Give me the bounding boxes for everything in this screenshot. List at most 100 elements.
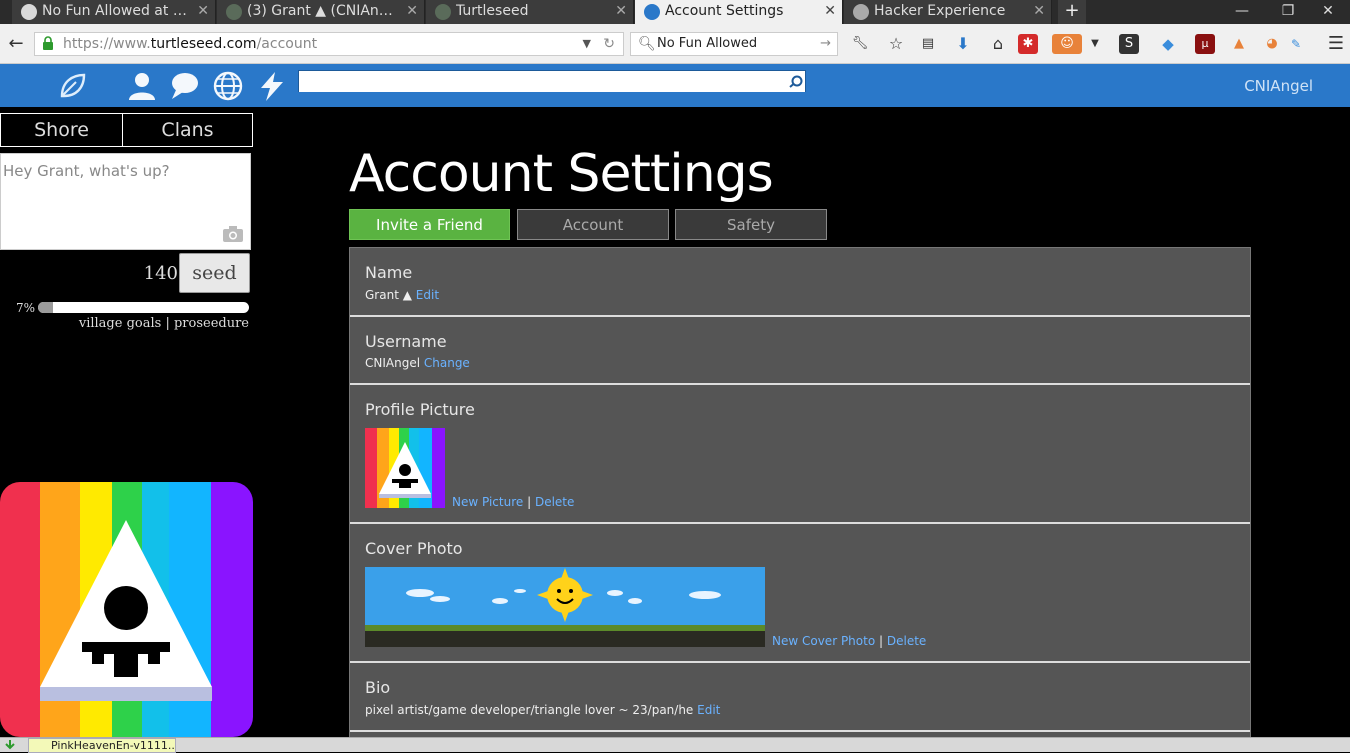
tab-title: Turtleseed — [456, 3, 529, 19]
browser-tab-5[interactable]: Hacker Experience ✕ — [844, 0, 1052, 24]
left-sidebar: Shore Clans 140 seed 7% village goals | … — [0, 107, 256, 737]
close-tab-icon[interactable]: ✕ — [197, 0, 209, 22]
download-icon[interactable]: ⬇ — [953, 34, 973, 54]
edit-name-link[interactable]: Edit — [416, 288, 439, 302]
tab-title: Account Settings — [665, 3, 784, 19]
tab-favicon — [853, 4, 869, 20]
page-title: Account Settings — [349, 144, 774, 204]
url-prefix: https://www. — [63, 36, 151, 52]
browser-tab-1[interactable]: No Fun Allowed at Du... ✕ — [12, 0, 216, 24]
character-counter: 140 — [143, 263, 178, 284]
tab-title: Hacker Experience — [874, 3, 1006, 19]
maximize-window-icon[interactable]: ❐ — [1266, 0, 1310, 24]
tab-favicon — [435, 4, 451, 20]
profile-person-icon[interactable] — [126, 70, 158, 102]
minimize-window-icon[interactable]: — — [1220, 0, 1264, 24]
progress-bar-fill — [38, 302, 53, 313]
url-domain: turtleseed.com — [150, 36, 257, 52]
menu-hamburger-icon[interactable]: ☰ — [1326, 34, 1346, 54]
back-arrow-icon[interactable]: ← — [4, 32, 28, 56]
goals-separator: | — [161, 316, 174, 331]
browser-tab-2[interactable]: (3) Grant ▲ (CNIAngel... ✕ — [217, 0, 425, 24]
close-tab-icon[interactable]: ✕ — [615, 0, 627, 22]
post-text-input[interactable] — [1, 154, 250, 249]
page-scrollbar[interactable] — [1340, 107, 1350, 737]
new-tab-button[interactable]: + — [1058, 0, 1086, 24]
browser-tab-strip: No Fun Allowed at Du... ✕ (3) Grant ▲ (C… — [0, 0, 1350, 24]
cover-photo-image[interactable] — [365, 567, 765, 647]
delete-cover-photo-link[interactable]: Delete — [887, 634, 926, 648]
ublock-icon[interactable]: μ — [1195, 34, 1215, 54]
messages-chat-icon[interactable] — [168, 70, 200, 102]
download-item-name: PinkHeavenEn-v1111... — [51, 739, 176, 752]
profile-picture-section: Profile Picture New Picture | Delete — [350, 385, 1250, 524]
browser-tab-4[interactable]: Account Settings ✕ — [635, 0, 843, 24]
tab-favicon — [644, 4, 660, 20]
download-item[interactable]: PinkHeavenEn-v1111... — [28, 738, 176, 753]
new-picture-link[interactable]: New Picture — [452, 495, 523, 509]
url-dropdown-icon[interactable]: ▼ — [583, 33, 591, 55]
site-search-field[interactable] — [298, 70, 806, 92]
reload-icon[interactable]: ↻ — [603, 33, 615, 55]
bio-value-row: pixel artist/game developer/triangle lov… — [365, 703, 720, 717]
close-tab-icon[interactable]: ✕ — [1033, 0, 1045, 22]
extension-cat-icon[interactable]: ◕ — [1262, 34, 1282, 54]
extension-blue-icon[interactable]: ✎ — [1286, 34, 1306, 54]
tab-safety[interactable]: Safety — [675, 209, 827, 240]
proseedure-link[interactable]: proseedure — [174, 316, 249, 331]
user-avatar-large[interactable] — [0, 482, 253, 737]
extension-dropdown-icon[interactable]: ▼ — [1085, 34, 1105, 54]
greasemonkey-icon[interactable]: ☺ — [1052, 34, 1082, 54]
browser-search-box[interactable]: 🔍︎ No Fun Allowed → — [630, 32, 838, 56]
extension-fox-icon[interactable]: ▲ — [1229, 34, 1249, 54]
profile-picture-actions: New Picture | Delete — [452, 495, 574, 509]
header-username-link[interactable]: CNIAngel — [1244, 77, 1313, 95]
close-tab-icon[interactable]: ✕ — [824, 0, 836, 22]
tab-title: No Fun Allowed at Du... — [42, 3, 187, 19]
tab-favicon — [226, 4, 242, 20]
download-arrow-icon[interactable] — [4, 739, 16, 751]
url-bar[interactable]: https://www.turtleseed.com/account ▼ ↻ — [34, 32, 624, 56]
close-tab-icon[interactable]: ✕ — [406, 0, 418, 22]
search-go-arrow-icon[interactable]: → — [820, 33, 831, 55]
profile-picture-label: Profile Picture — [365, 400, 475, 419]
bio-value: pixel artist/game developer/triangle lov… — [365, 703, 694, 717]
village-goals-link[interactable]: village goals — [79, 316, 161, 331]
globe-icon[interactable] — [212, 70, 244, 102]
extension-s-icon[interactable]: S — [1119, 34, 1139, 54]
new-cover-photo-link[interactable]: New Cover Photo — [772, 634, 875, 648]
close-window-icon[interactable]: ✕ — [1306, 0, 1350, 24]
browser-tab-3[interactable]: Turtleseed ✕ — [426, 0, 634, 24]
tab-clans[interactable]: Clans — [122, 113, 253, 147]
lightning-notifications-icon[interactable] — [256, 70, 288, 102]
wrench-icon[interactable]: 🔧︎ — [850, 34, 870, 54]
tab-account[interactable]: Account — [517, 209, 669, 240]
profile-picture-thumbnail[interactable] — [365, 428, 445, 508]
change-username-link[interactable]: Change — [424, 356, 470, 370]
site-search-input[interactable] — [299, 71, 805, 92]
home-icon[interactable]: ⌂ — [988, 34, 1008, 54]
delete-picture-link[interactable]: Delete — [535, 495, 574, 509]
username-value: CNIAngel — [365, 356, 421, 370]
bookmark-star-icon[interactable]: ☆ — [886, 34, 906, 54]
tab-shore[interactable]: Shore — [0, 113, 123, 147]
seed-post-button[interactable]: seed — [179, 253, 250, 293]
lock-icon — [43, 36, 53, 50]
tab-title: (3) Grant ▲ (CNIAngel... — [247, 3, 396, 19]
camera-icon[interactable] — [222, 225, 244, 243]
username-section: Username CNIAngel Change — [350, 317, 1250, 385]
search-icon: 🔍︎ — [638, 36, 656, 52]
action-separator: | — [527, 495, 532, 509]
extension-red-icon[interactable]: ✱ — [1018, 34, 1038, 54]
invite-friend-button[interactable]: Invite a Friend — [349, 209, 510, 240]
edit-bio-link[interactable]: Edit — [697, 703, 720, 717]
username-label: Username — [365, 332, 447, 351]
browser-toolbar: ← https://www.turtleseed.com/account ▼ ↻… — [0, 24, 1350, 64]
settings-panel: Name Grant ▲ Edit Username CNIAngel Chan… — [349, 247, 1251, 752]
diamond-icon[interactable]: ◆ — [1158, 34, 1178, 54]
magnifier-icon[interactable] — [789, 74, 803, 88]
download-bar: PinkHeavenEn-v1111... — [0, 737, 1350, 753]
reading-list-icon[interactable]: ▤ — [918, 34, 938, 54]
tab-favicon — [21, 4, 37, 20]
turtleseed-leaf-logo-icon[interactable] — [56, 70, 88, 102]
